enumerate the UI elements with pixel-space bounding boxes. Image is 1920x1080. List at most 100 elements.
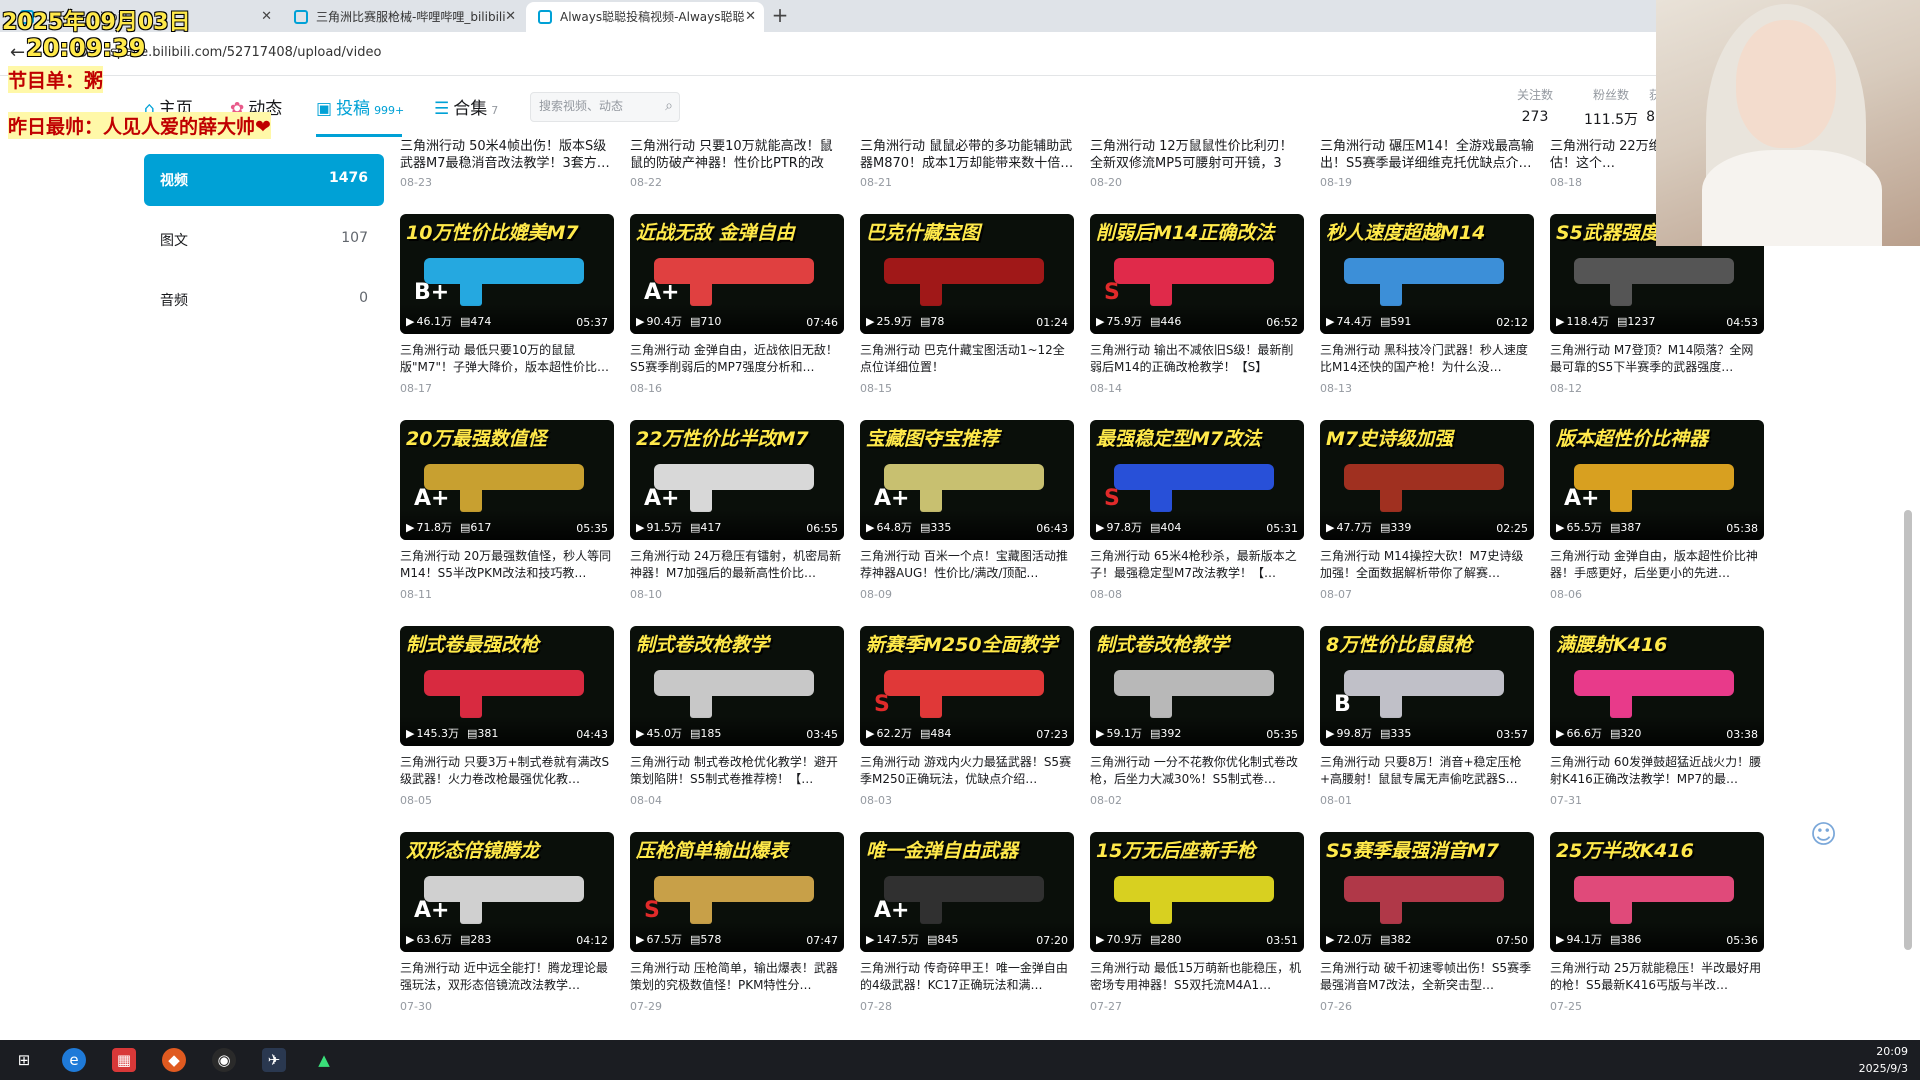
calendar-app-icon[interactable]: ▦ <box>112 1048 136 1072</box>
video-card[interactable]: 22万性价比半改M7 A+ ▶ 91.5万 ▤417 06:55 三角洲行动 24万稳压有镭… <box>630 420 844 620</box>
edge-browser-icon[interactable]: e <box>62 1048 86 1072</box>
new-tab-button[interactable]: + <box>766 2 794 30</box>
video-card[interactable]: 满腰射K416 ▶ 66.6万 ▤320 03:38 三角洲行动 60发弹鼓超猛近战火力！… <box>1550 626 1764 826</box>
close-icon[interactable]: ✕ <box>745 2 756 32</box>
video-card[interactable]: M7史诗级加强 ▶ 47.7万 ▤339 02:25 三角洲行动 M14操控大砍！M7史诗… <box>1320 420 1534 620</box>
video-card[interactable]: 近战无敌 金弹自由 A+ ▶ 90.4万 ▤710 07:46 三角洲行动 金弹自由，近战依… <box>630 214 844 414</box>
sidebar-item-article[interactable]: 图文 107 <box>144 214 384 266</box>
video-thumbnail[interactable]: 20万最强数值怪 A+ ▶ 71.8万 ▤617 05:35 <box>400 420 614 540</box>
video-title[interactable]: 三角洲行动 金弹自由，近战依旧无敌！S5赛季削弱后的MP7强度分析和… <box>630 342 844 376</box>
video-thumbnail[interactable]: 压枪简单输出爆表 S ▶ 67.5万 ▤578 07:47 <box>630 832 844 952</box>
sidebar-item-video[interactable]: 视频 1476 <box>144 154 384 206</box>
video-title[interactable]: 三角洲行动 破千初速零帧出伤！S5赛季最强消音M7改法，全新突击型… <box>1320 960 1534 994</box>
stat-following[interactable]: 关注数 273 <box>1500 86 1570 125</box>
video-title[interactable]: 三角洲行动 近中远全能打！腾龙理论最强玩法，双形态倍镜流改法教学… <box>400 960 614 994</box>
search-icon[interactable]: ⌕ <box>665 98 673 114</box>
url-field[interactable]: space.bilibili.com/52717408/upload/video <box>110 45 381 60</box>
video-card[interactable]: 15万无后座新手枪 ▶ 70.9万 ▤280 03:51 三角洲行动 最低15万萌新也能稳… <box>1090 832 1304 1032</box>
video-thumbnail[interactable]: 新赛季M250全面教学 S ▶ 62.2万 ▤484 07:23 <box>860 626 1074 746</box>
video-title[interactable]: 三角洲行动 黑科技冷门武器！秒人速度比M14还快的国产枪！为什么没… <box>1320 342 1534 376</box>
video-title[interactable]: 三角洲行动 最低15万萌新也能稳压，机密场专用神器！S5双托流M4A1… <box>1090 960 1304 994</box>
browser-tab-3[interactable]: Always聪聪投稿视频-Always聪聪 ✕ <box>526 2 764 32</box>
close-icon[interactable]: ✕ <box>505 2 516 32</box>
video-title[interactable]: 三角洲行动 碾压M14！全游戏最高输出！S5赛季最详细维克托优缺点介… <box>1320 138 1534 172</box>
video-card[interactable]: 三角洲行动 鼠鼠必带的多功能辅助武器M870！成本1万却能带来数十倍… 08-21 <box>860 138 1074 189</box>
video-title[interactable]: 三角洲行动 50米4帧出伤！版本S级武器M7最稳消音改法教学！3套方… <box>400 138 614 172</box>
channel-search-box[interactable]: ⌕ <box>530 92 680 122</box>
video-card[interactable]: 10万性价比媲美M7 B+ ▶ 46.1万 ▤474 05:37 三角洲行动 最低只要10万… <box>400 214 614 414</box>
obs-icon[interactable]: ◉ <box>212 1048 236 1072</box>
video-thumbnail[interactable]: 满腰射K416 ▶ 66.6万 ▤320 03:38 <box>1550 626 1764 746</box>
video-title[interactable]: 三角洲行动 最低只要10万的鼠鼠版"M7"！子弹大降价，版本超性价比… <box>400 342 614 376</box>
video-title[interactable]: 三角洲行动 游戏内火力最猛武器！S5赛季M250正确玩法，优缺点介绍… <box>860 754 1074 788</box>
video-title[interactable]: 三角洲行动 巴克什藏宝图活动1~12全点位详细位置！ <box>860 342 1074 376</box>
video-thumbnail[interactable]: 制式卷最强改枪 ▶ 145.3万 ▤381 04:43 <box>400 626 614 746</box>
video-title[interactable]: 三角洲行动 输出不减依旧S级！最新削弱后M14的正确改枪教学！【S】 <box>1090 342 1304 376</box>
fox-app-icon[interactable]: ◆ <box>162 1048 186 1072</box>
video-title[interactable]: 三角洲行动 只要10万就能高改！鼠鼠的防破产神器！性价比PTR的改法… <box>630 138 844 172</box>
video-thumbnail[interactable]: 22万性价比半改M7 A+ ▶ 91.5万 ▤417 06:55 <box>630 420 844 540</box>
close-icon[interactable]: ✕ <box>261 2 272 32</box>
video-thumbnail[interactable]: 秒人速度超越M14 ▶ 74.4万 ▤591 02:12 <box>1320 214 1534 334</box>
browser-tab-2[interactable]: 三角洲比赛服枪械-哔哩哔哩_bilibili ✕ <box>282 2 524 32</box>
taskbar-clock[interactable]: 20:09 2025/9/3 <box>1859 1043 1908 1077</box>
video-thumbnail[interactable]: 25万半改K416 ▶ 94.1万 ▤386 05:36 <box>1550 832 1764 952</box>
video-title[interactable]: 三角洲行动 65米4枪秒杀，最新版本之子！最强稳定型M7改法教学！【… <box>1090 548 1304 582</box>
video-thumbnail[interactable]: M7史诗级加强 ▶ 47.7万 ▤339 02:25 <box>1320 420 1534 540</box>
video-title[interactable]: 三角洲行动 一分不花教你优化制式卷改枪，后坐力大减30%！S5制式卷… <box>1090 754 1304 788</box>
video-thumbnail[interactable]: 制式卷改枪教学 ▶ 45.0万 ▤185 03:45 <box>630 626 844 746</box>
video-card[interactable]: 新赛季M250全面教学 S ▶ 62.2万 ▤484 07:23 三角洲行动 游戏内火力最猛… <box>860 626 1074 826</box>
video-title[interactable]: 三角洲行动 百米一个点！宝藏图活动推荐神器AUG！性价比/满改/顶配… <box>860 548 1074 582</box>
video-thumbnail[interactable]: 制式卷改枪教学 ▶ 59.1万 ▤392 05:35 <box>1090 626 1304 746</box>
channel-nav-collections[interactable]: ☰ 合集 7 <box>434 94 498 119</box>
video-card[interactable]: 三角洲行动 只要10万就能高改！鼠鼠的防破产神器！性价比PTR的改法… 08-22 <box>630 138 844 189</box>
video-title[interactable]: 三角洲行动 M14操控大砍！M7史诗级加强！全面数据解析带你了解赛… <box>1320 548 1534 582</box>
video-title[interactable]: 三角洲行动 24万稳压有镭射，机密局新神器！M7加强后的最新高性价比… <box>630 548 844 582</box>
video-thumbnail[interactable]: 巴克什藏宝图 ▶ 25.9万 ▤78 01:24 <box>860 214 1074 334</box>
windows-start-icon[interactable]: ⊞ <box>12 1048 36 1072</box>
video-title[interactable]: 三角洲行动 传奇碎甲王！唯一金弹自由的4级武器！KC17正确玩法和满… <box>860 960 1074 994</box>
video-card[interactable]: 三角洲行动 12万鼠鼠性价比利刃！全新双修流MP5可腰射可开镜，3级… 08-20 <box>1090 138 1304 189</box>
video-title[interactable]: 三角洲行动 只要8万！消音+稳定压枪+高腰射！鼠鼠专属无声偷吃武器S… <box>1320 754 1534 788</box>
back-arrow-icon[interactable]: ← <box>10 42 25 63</box>
video-thumbnail[interactable]: 10万性价比媲美M7 B+ ▶ 46.1万 ▤474 05:37 <box>400 214 614 334</box>
video-card[interactable]: 制式卷改枪教学 ▶ 45.0万 ▤185 03:45 三角洲行动 制式卷改枪优化教学！避开… <box>630 626 844 826</box>
video-thumbnail[interactable]: S5赛季最强消音M7 ▶ 72.0万 ▤382 07:50 <box>1320 832 1534 952</box>
video-title[interactable]: 三角洲行动 25万就能稳压！半改最好用的枪！S5最新K416丐版与半改… <box>1550 960 1764 994</box>
video-card[interactable]: 秒人速度超越M14 ▶ 74.4万 ▤591 02:12 三角洲行动 黑科技冷门武器！秒人… <box>1320 214 1534 414</box>
video-title[interactable]: 三角洲行动 60发弹鼓超猛近战火力！腰射K416正确改法教学！MP7的最… <box>1550 754 1764 788</box>
assistant-mascot-icon[interactable]: ☺ <box>1810 820 1837 850</box>
video-card[interactable]: 三角洲行动 50米4帧出伤！版本S级武器M7最稳消音改法教学！3套方… 08-23 <box>400 138 614 189</box>
video-thumbnail[interactable]: 宝藏图夺宝推荐 A+ ▶ 64.8万 ▤335 06:43 <box>860 420 1074 540</box>
video-card[interactable]: 三角洲行动 碾压M14！全游戏最高输出！S5赛季最详细维克托优缺点介… 08-19 <box>1320 138 1534 189</box>
video-thumbnail[interactable]: 削弱后M14正确改法 S ▶ 75.9万 ▤446 06:52 <box>1090 214 1304 334</box>
scrollbar-thumb[interactable] <box>1904 510 1912 950</box>
video-card[interactable]: 制式卷最强改枪 ▶ 145.3万 ▤381 04:43 三角洲行动 只要3万+制式卷就有满… <box>400 626 614 826</box>
video-title[interactable]: 三角洲行动 鼠鼠必带的多功能辅助武器M870！成本1万却能带来数十倍… <box>860 138 1074 172</box>
video-card[interactable]: 巴克什藏宝图 ▶ 25.9万 ▤78 01:24 三角洲行动 巴克什藏宝图活动1~12全点… <box>860 214 1074 414</box>
video-card[interactable]: 压枪简单输出爆表 S ▶ 67.5万 ▤578 07:47 三角洲行动 压枪简单，输出爆表！… <box>630 832 844 1032</box>
video-thumbnail[interactable]: 15万无后座新手枪 ▶ 70.9万 ▤280 03:51 <box>1090 832 1304 952</box>
video-card[interactable]: 唯一金弹自由武器 A+ ▶ 147.5万 ▤845 07:20 三角洲行动 传奇碎甲王！唯一… <box>860 832 1074 1032</box>
video-card[interactable]: 制式卷改枪教学 ▶ 59.1万 ▤392 05:35 三角洲行动 一分不花教你优化制式卷改… <box>1090 626 1304 826</box>
video-card[interactable]: 版本超性价比神器 A+ ▶ 65.5万 ▤387 05:38 三角洲行动 金弹自由，版本超性… <box>1550 420 1764 620</box>
video-thumbnail[interactable]: 近战无敌 金弹自由 A+ ▶ 90.4万 ▤710 07:46 <box>630 214 844 334</box>
video-card[interactable]: 最强稳定型M7改法 S ▶ 97.8万 ▤404 05:31 三角洲行动 65米4枪秒杀，最… <box>1090 420 1304 620</box>
video-card[interactable]: 8万性价比鼠鼠枪 B ▶ 99.8万 ▤335 03:57 三角洲行动 只要8万！消音+稳定… <box>1320 626 1534 826</box>
video-title[interactable]: 三角洲行动 M7登顶？M14陨落？全网最可靠的S5下半赛季的武器强度… <box>1550 342 1764 376</box>
video-card[interactable]: 25万半改K416 ▶ 94.1万 ▤386 05:36 三角洲行动 25万就能稳压！半改… <box>1550 832 1764 1032</box>
video-card[interactable]: 宝藏图夺宝推荐 A+ ▶ 64.8万 ▤335 06:43 三角洲行动 百米一个点！宝藏图活… <box>860 420 1074 620</box>
video-thumbnail[interactable]: 8万性价比鼠鼠枪 B ▶ 99.8万 ▤335 03:57 <box>1320 626 1534 746</box>
video-title[interactable]: 三角洲行动 压枪简单，输出爆表！武器策划的究极数值怪！PKM特性分… <box>630 960 844 994</box>
video-thumbnail[interactable]: 唯一金弹自由武器 A+ ▶ 147.5万 ▤845 07:20 <box>860 832 1074 952</box>
video-title[interactable]: 三角洲行动 制式卷改枪优化教学！避开策划陷阱！S5制式卷推荐榜！【… <box>630 754 844 788</box>
video-card[interactable]: 双形态倍镜腾龙 A+ ▶ 63.6万 ▤283 04:12 三角洲行动 近中远全能打！腾龙理… <box>400 832 614 1032</box>
video-card[interactable]: S5赛季最强消音M7 ▶ 72.0万 ▤382 07:50 三角洲行动 破千初速零帧出伤！… <box>1320 832 1534 1032</box>
video-title[interactable]: 三角洲行动 金弹自由，版本超性价比神器！手感更好，后坐更小的先进… <box>1550 548 1764 582</box>
video-thumbnail[interactable]: 双形态倍镜腾龙 A+ ▶ 63.6万 ▤283 04:12 <box>400 832 614 952</box>
channel-search-input[interactable] <box>539 99 649 113</box>
sidebar-item-audio[interactable]: 音频 0 <box>144 274 384 326</box>
video-title[interactable]: 三角洲行动 20万最强数值怪，秒人等同M14！S5半改PKM改法和技巧教… <box>400 548 614 582</box>
video-card[interactable]: 20万最强数值怪 A+ ▶ 71.8万 ▤617 05:35 三角洲行动 20万最强数值怪，… <box>400 420 614 620</box>
channel-nav-uploads[interactable]: ▣ 投稿 999+ <box>316 94 404 119</box>
